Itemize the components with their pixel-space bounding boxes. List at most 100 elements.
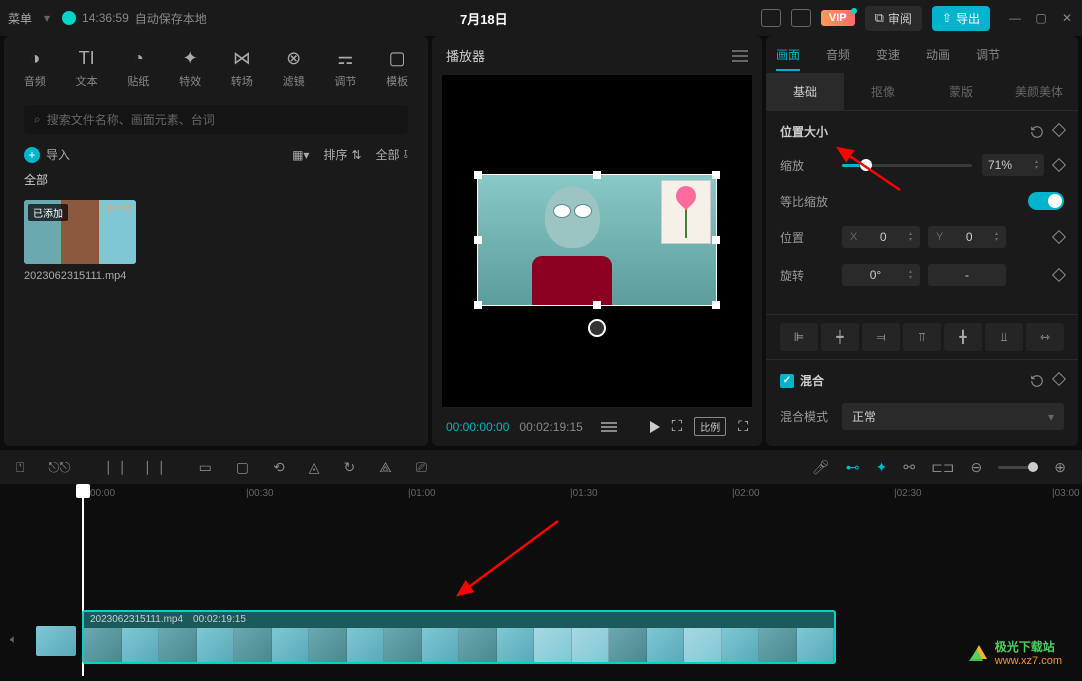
media-search-input[interactable]: ⌕ 搜索文件名称、画面元素、台词 bbox=[24, 105, 408, 134]
tab-sticker[interactable]: ◔贴纸 bbox=[114, 44, 164, 93]
minimize-button[interactable]: — bbox=[1008, 11, 1022, 25]
tab-template[interactable]: ▢模板 bbox=[372, 44, 422, 93]
handle-tr[interactable] bbox=[712, 171, 720, 179]
plus-icon: + bbox=[24, 147, 40, 163]
blend-checkbox[interactable]: ✓ bbox=[780, 374, 794, 388]
position-x-input[interactable]: X0▴▾ bbox=[842, 226, 920, 248]
magnet-icon[interactable]: ⊷ bbox=[846, 459, 860, 476]
tab-audio[interactable]: ◑音频 bbox=[10, 44, 60, 93]
filter-all-button[interactable]: 全部 ⫱ bbox=[376, 146, 408, 163]
sort-button[interactable]: 排序 ⇅ bbox=[323, 146, 361, 163]
zoom-in-icon[interactable]: ⊕ bbox=[1054, 459, 1066, 476]
tab-adjust-prop[interactable]: 调节 bbox=[976, 46, 1000, 71]
keyframe-rot-icon[interactable] bbox=[1052, 268, 1066, 282]
handle-br[interactable] bbox=[712, 301, 720, 309]
rotation-input[interactable]: 0°▴▾ bbox=[842, 264, 920, 286]
align-right-icon[interactable]: ⫤ bbox=[862, 323, 900, 351]
keyframe-scale-icon[interactable] bbox=[1052, 158, 1066, 172]
reset-blend-icon[interactable] bbox=[1030, 374, 1044, 388]
voiceover-icon[interactable]: ⎚ bbox=[416, 459, 427, 476]
menu-label[interactable]: 菜单 bbox=[8, 10, 32, 27]
transform-box[interactable] bbox=[477, 174, 717, 306]
tab-adjust[interactable]: ⚎调节 bbox=[321, 44, 371, 93]
zoom-out-icon[interactable]: ⊖ bbox=[971, 459, 983, 476]
tab-audio-prop[interactable]: 音频 bbox=[826, 46, 850, 71]
split-tool-icon[interactable]: ⎋⎋ bbox=[48, 459, 70, 476]
tab-effect[interactable]: ✦特效 bbox=[165, 44, 215, 93]
time-ruler[interactable]: 00:00 |00:30 |01:00 |01:30 |02:00 |02:30… bbox=[0, 484, 1082, 508]
blend-mode-select[interactable]: 正常▾ bbox=[842, 403, 1064, 430]
tab-filter[interactable]: ⊗滤镜 bbox=[269, 44, 319, 93]
handle-bm[interactable] bbox=[593, 301, 601, 309]
preview-icon[interactable]: ⊏⊐ bbox=[931, 459, 954, 476]
maximize-button[interactable]: ▢ bbox=[1034, 11, 1048, 25]
import-button[interactable]: + 导入 bbox=[24, 146, 70, 163]
tracks-area[interactable]: 🔈︎ 2023062315111.mp4 00:02:19:15 bbox=[0, 508, 1082, 664]
align-top-icon[interactable]: ⫪ bbox=[903, 323, 941, 351]
snap-icon[interactable]: ✦ bbox=[876, 459, 888, 476]
tab-transition[interactable]: ⋈转场 bbox=[217, 44, 267, 93]
align-center-h-icon[interactable]: ┿ bbox=[821, 323, 859, 351]
align-center-v-icon[interactable]: ╋ bbox=[944, 323, 982, 351]
keyframe-icon[interactable] bbox=[1052, 122, 1066, 136]
close-button[interactable]: ✕ bbox=[1060, 11, 1074, 25]
vip-badge[interactable]: VIP bbox=[821, 10, 855, 26]
clip-thumbnail-small[interactable] bbox=[36, 626, 76, 656]
trim-left-icon[interactable]: ⎹⎹ bbox=[95, 459, 123, 476]
scale-input[interactable]: 71%▴▾ bbox=[982, 154, 1044, 176]
keyframe-pos-icon[interactable] bbox=[1052, 230, 1066, 244]
keyframe-blend-icon[interactable] bbox=[1052, 371, 1066, 385]
tab-speed[interactable]: 变速 bbox=[876, 46, 900, 71]
crop-icon[interactable]: ⟁ bbox=[379, 459, 392, 476]
copy-icon[interactable]: ▢ bbox=[236, 459, 249, 476]
subtab-basic[interactable]: 基础 bbox=[766, 73, 844, 110]
handle-ml[interactable] bbox=[474, 236, 482, 244]
rotate-handle[interactable] bbox=[588, 319, 606, 337]
handle-bl[interactable] bbox=[474, 301, 482, 309]
link-icon[interactable]: ⚯ bbox=[903, 459, 915, 476]
mirror-icon[interactable]: ◬ bbox=[309, 459, 320, 476]
video-clip[interactable]: 2023062315111.mp4 00:02:19:15 bbox=[82, 610, 836, 664]
media-thumbnail[interactable]: 已添加 02:20 bbox=[24, 200, 136, 264]
proportion-button[interactable]: 比例 bbox=[694, 417, 726, 436]
align-left-icon[interactable]: ⊫ bbox=[780, 323, 818, 351]
media-category-all[interactable]: 全部 bbox=[4, 171, 428, 194]
media-item[interactable]: 已添加 02:20 2023062315111.mp4 bbox=[24, 200, 136, 282]
delete-icon[interactable]: ▭ bbox=[199, 459, 212, 476]
distribute-h-icon[interactable]: ⇿ bbox=[1026, 323, 1064, 351]
align-bottom-icon[interactable]: ⫫ bbox=[985, 323, 1023, 351]
handle-tl[interactable] bbox=[474, 171, 482, 179]
hamburger-icon[interactable] bbox=[732, 50, 748, 62]
player-canvas[interactable] bbox=[442, 75, 752, 407]
tab-animation[interactable]: 动画 bbox=[926, 46, 950, 71]
subtab-beauty[interactable]: 美颜美体 bbox=[1000, 73, 1078, 110]
layout-icon-1[interactable] bbox=[761, 9, 781, 27]
reset-icon[interactable] bbox=[1030, 125, 1044, 139]
zoom-slider[interactable] bbox=[998, 466, 1038, 469]
play-button[interactable] bbox=[650, 421, 660, 433]
position-y-input[interactable]: Y0▴▾ bbox=[928, 226, 1006, 248]
mic-icon[interactable]: 🎤︎ bbox=[812, 459, 830, 476]
subtab-mask[interactable]: 蒙版 bbox=[922, 73, 1000, 110]
export-button[interactable]: ⇧导出 bbox=[932, 6, 990, 31]
handle-mr[interactable] bbox=[712, 236, 720, 244]
trim-right-icon[interactable]: ⎸⎸ bbox=[147, 459, 175, 476]
handle-tm[interactable] bbox=[593, 171, 601, 179]
view-grid-icon[interactable]: ▦▾ bbox=[292, 148, 309, 162]
focus-icon[interactable]: ⛶ bbox=[672, 418, 683, 435]
reverse-icon[interactable]: ⟲ bbox=[273, 459, 285, 476]
scale-slider[interactable] bbox=[842, 164, 972, 167]
tab-text[interactable]: TI文本 bbox=[62, 44, 112, 93]
subtab-cutout[interactable]: 抠像 bbox=[844, 73, 922, 110]
tab-picture[interactable]: 画面 bbox=[776, 46, 800, 71]
layout-icon-2[interactable] bbox=[791, 9, 811, 27]
fullscreen-icon[interactable]: ⛶ bbox=[738, 418, 748, 435]
rotate-icon[interactable]: ↻ bbox=[344, 459, 356, 476]
select-tool-icon[interactable]: ⍞ bbox=[16, 459, 24, 476]
review-button[interactable]: ⧉审阅 bbox=[865, 6, 922, 31]
section-position-size: 位置大小 bbox=[780, 123, 828, 140]
ratio-scale-toggle[interactable] bbox=[1028, 192, 1064, 210]
speaker-icon[interactable]: 🔈︎ bbox=[10, 632, 17, 647]
media-panel: ◑音频 TI文本 ◔贴纸 ✦特效 ⋈转场 ⊗滤镜 ⚎调节 ▢模板 ⌕ 搜索文件名… bbox=[4, 36, 428, 446]
rotation-alt-input[interactable]: - bbox=[928, 264, 1006, 286]
